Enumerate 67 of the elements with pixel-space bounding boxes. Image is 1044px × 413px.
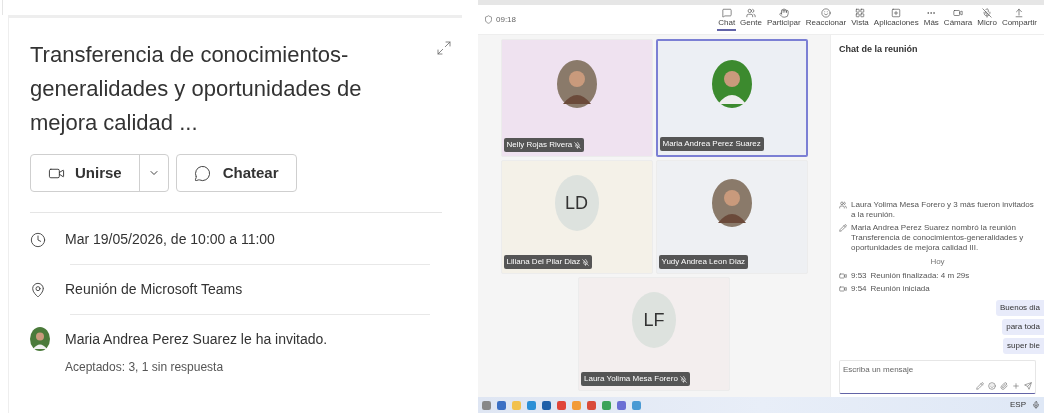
- chat-message-bubble: para toda: [1002, 319, 1044, 335]
- participant-name-tag: Laura Yolima Mesa Forero: [581, 372, 690, 386]
- participant-name-tag: Liliana Del Pilar Diaz: [503, 255, 593, 269]
- toolbar-icon: [953, 8, 964, 18]
- send-icon[interactable]: [1024, 382, 1032, 390]
- meeting-timer: 09:18: [496, 13, 517, 26]
- toolbar-icon: [721, 8, 732, 18]
- toolbar-icon: [1014, 8, 1025, 18]
- message-composer[interactable]: Escriba un mensaje: [839, 360, 1036, 394]
- toolbar-icon: [855, 8, 865, 18]
- emoji-icon[interactable]: [988, 382, 996, 390]
- organizer-invitation: Maria Andrea Perez Suarez le ha invitado.: [65, 330, 328, 349]
- toolbar-icon: [778, 8, 789, 18]
- initials-avatar: LD: [554, 175, 599, 231]
- chat-panel-title: Chat de la reunión: [839, 43, 919, 56]
- location-pin-icon: [30, 281, 46, 298]
- mic-icon[interactable]: [1032, 401, 1040, 409]
- avatar-figure-icon: [30, 327, 50, 351]
- event-icon: [839, 224, 847, 232]
- participant-name-tag: Yudy Andrea Leon Diaz: [658, 255, 749, 269]
- event-time: 9:53: [851, 271, 867, 281]
- toolbar-button[interactable]: Reaccionar: [804, 8, 848, 31]
- toolbar-button[interactable]: Vista: [850, 8, 870, 31]
- toolbar-button[interactable]: Más: [922, 8, 940, 31]
- toolbar-icon: [746, 8, 756, 18]
- attach-icon[interactable]: [1000, 382, 1008, 390]
- join-button[interactable]: Unirse: [31, 155, 139, 191]
- shield-icon: [484, 15, 493, 24]
- chat-event-text: Reunión iniciada: [870, 284, 930, 294]
- avatar-figure-icon: [711, 179, 752, 227]
- event-time: 9:54: [851, 284, 867, 294]
- participant-name-tag: Maria Andrea Perez Suarez: [659, 137, 764, 151]
- toolbar-button[interactable]: Compartir: [1000, 8, 1038, 31]
- event-icon: [839, 272, 847, 280]
- expand-icon[interactable]: [436, 40, 452, 56]
- event-icon: [839, 201, 847, 209]
- toolbar-button[interactable]: Aplicaciones: [872, 8, 920, 31]
- response-summary: Aceptados: 3, 1 sin respuesta: [65, 359, 225, 376]
- meeting-datetime: Mar 19/05/2026, de 10:00 a 11:00: [65, 230, 275, 249]
- clock-icon: [30, 231, 46, 248]
- toolbar-icon: [820, 8, 831, 18]
- toolbar-button[interactable]: Cámara: [942, 8, 974, 31]
- toolbar-icon: [891, 8, 902, 18]
- chat-message-bubble: Buenos dia: [995, 300, 1044, 316]
- language-indicator[interactable]: ESP: [1010, 399, 1026, 411]
- toolbar-button[interactable]: Participar: [765, 8, 802, 31]
- participant-name-tag: Nelly Rojas Rivera: [503, 138, 585, 152]
- format-icon[interactable]: [976, 382, 984, 390]
- meeting-title: Transferencia de conocimientos-generalidades y oportunidades de mejora calidad ...: [30, 41, 363, 137]
- event-icon: [839, 285, 847, 293]
- toolbar-icon: [982, 8, 993, 18]
- meeting-location: Reunión de Microsoft Teams: [65, 280, 243, 299]
- chat-bubble-icon: [193, 164, 211, 182]
- add-icon[interactable]: [1012, 382, 1020, 390]
- toolbar-button[interactable]: Micro: [976, 8, 998, 31]
- toolbar-button[interactable]: Gente: [739, 8, 763, 31]
- chat-event-text: Laura Yolima Mesa Forero y 3 más fueron invitados a la reunión.: [851, 200, 1035, 220]
- avatar-figure-icon: [556, 60, 597, 108]
- chat-button[interactable]: Chatear: [175, 154, 297, 192]
- chat-event-text: Maria Andrea Perez Suarez nombró la reunión Transferencia de conocimientos-generalidades y oportunidades de mejora calidad III.: [851, 223, 1025, 253]
- chat-message-bubble: super bie: [1003, 338, 1044, 354]
- message-input-field[interactable]: Escriba un mensaje: [843, 364, 1032, 376]
- toolbar-button[interactable]: Chat: [717, 8, 737, 31]
- date-divider: Hoy: [930, 256, 945, 268]
- avatar-figure-icon: [711, 60, 752, 108]
- initials-avatar: LF: [632, 292, 676, 348]
- chat-event-text: Reunión finalizada: 4 m 29s: [870, 271, 970, 281]
